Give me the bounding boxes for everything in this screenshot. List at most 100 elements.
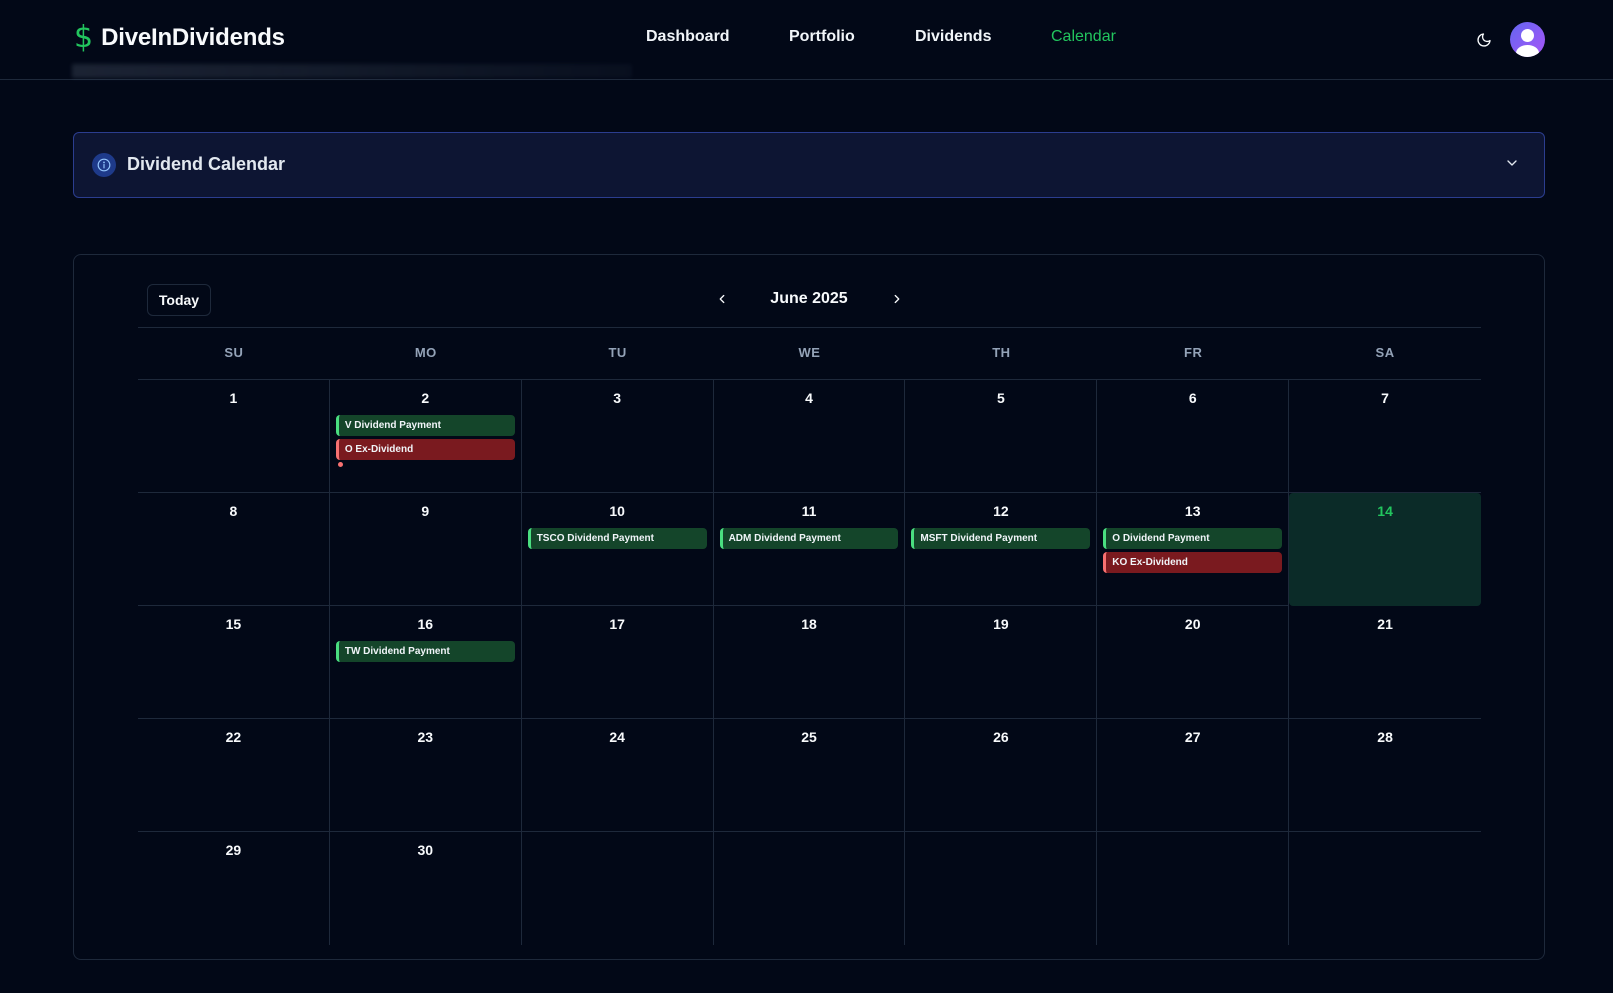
day-cell[interactable]: 21 xyxy=(1289,606,1481,719)
day-cell[interactable]: 29 xyxy=(138,832,330,945)
day-cell[interactable]: 18 xyxy=(713,606,906,719)
day-cell[interactable]: 9 xyxy=(329,493,522,606)
day-number: 26 xyxy=(993,729,1009,745)
accordion-title: Dividend Calendar xyxy=(127,154,286,174)
dividend-calendar-accordion[interactable]: Dividend Calendar xyxy=(73,132,1545,198)
day-number: 14 xyxy=(1377,503,1393,519)
chevron-right-icon xyxy=(894,294,900,304)
day-cell[interactable]: 10 TSCO Dividend Payment xyxy=(521,493,714,606)
day-number xyxy=(905,841,1096,859)
weekday-header: SU MO TU WE TH FR SA xyxy=(138,345,1481,365)
day-number: 29 xyxy=(225,842,242,858)
dividend-payment-event[interactable]: TSCO Dividend Payment xyxy=(527,528,707,549)
day-number xyxy=(1289,841,1481,859)
day-cell[interactable]: 23 xyxy=(329,719,522,832)
next-month-button[interactable] xyxy=(887,289,907,309)
day-number: 13 xyxy=(1184,503,1201,519)
dividend-payment-event[interactable]: ADM Dividend Payment xyxy=(719,528,899,549)
chevron-left-icon xyxy=(719,294,725,304)
brand-logo[interactable]: $ DiveInDividends xyxy=(74,20,285,56)
day-cell[interactable]: 12 MSFT Dividend Payment xyxy=(905,493,1098,606)
today-button[interactable]: Today xyxy=(147,284,211,316)
theme-toggle-button[interactable] xyxy=(1472,28,1496,52)
event-list: MSFT Dividend Payment xyxy=(911,528,1091,549)
event-list: ADM Dividend Payment xyxy=(719,528,899,549)
event-list: TW Dividend Payment xyxy=(335,641,515,662)
day-cell[interactable]: 3 xyxy=(521,380,714,493)
previous-month-button[interactable] xyxy=(712,289,732,309)
day-number: 3 xyxy=(613,390,622,406)
dividend-payment-event[interactable]: TW Dividend Payment xyxy=(335,641,515,662)
day-cell[interactable]: 27 xyxy=(1097,719,1290,832)
day-number: 21 xyxy=(1377,616,1393,632)
nav-calendar[interactable]: Calendar xyxy=(1051,28,1116,46)
day-cell[interactable]: 26 xyxy=(905,719,1098,832)
day-number: 2 xyxy=(421,390,430,406)
day-cell[interactable]: 16 TW Dividend Payment xyxy=(329,606,522,719)
weekday-label: TU xyxy=(608,345,627,360)
day-cell[interactable]: 19 xyxy=(905,606,1098,719)
day-cell[interactable]: 22 xyxy=(138,719,330,832)
day-number: 17 xyxy=(609,616,625,632)
nav-dashboard[interactable]: Dashboard xyxy=(646,28,730,46)
day-cell[interactable]: 15 xyxy=(138,606,330,719)
dollar-icon: $ xyxy=(74,20,94,55)
nav-dividends[interactable]: Dividends xyxy=(915,28,991,46)
more-events-dot[interactable] xyxy=(337,462,343,467)
day-cell[interactable]: 2 V Dividend Payment O Ex-Dividend xyxy=(329,380,522,493)
blurred-background-text xyxy=(72,64,632,78)
user-avatar-icon xyxy=(1516,29,1539,57)
chevron-down-icon[interactable] xyxy=(1504,155,1524,175)
ex-dividend-event[interactable]: O Ex-Dividend xyxy=(335,439,515,460)
weekday-label: WE xyxy=(798,345,821,360)
day-number: 12 xyxy=(993,503,1009,519)
day-number: 22 xyxy=(225,729,242,745)
day-number: 10 xyxy=(609,503,625,519)
empty-day-cell xyxy=(1289,832,1481,945)
day-number xyxy=(714,841,905,859)
empty-day-cell xyxy=(522,832,714,945)
event-list: TSCO Dividend Payment xyxy=(527,528,707,549)
calendar-card: Today June 2025 SU MO TU WE TH FR SA 12V… xyxy=(73,254,1545,960)
day-number xyxy=(522,841,713,859)
dividend-payment-event[interactable]: MSFT Dividend Payment xyxy=(911,528,1091,549)
empty-day-cell xyxy=(905,832,1098,945)
day-cell[interactable]: 20 xyxy=(1097,606,1290,719)
day-number: 28 xyxy=(1377,729,1393,745)
day-cell[interactable]: 11 ADM Dividend Payment xyxy=(713,493,906,606)
event-list: O Dividend Payment KO Ex-Dividend xyxy=(1103,528,1283,573)
day-number: 5 xyxy=(996,390,1005,406)
day-cell[interactable]: 28 xyxy=(1289,719,1481,832)
day-cell[interactable]: 17 xyxy=(521,606,714,719)
day-cell[interactable]: 4 xyxy=(713,380,906,493)
day-cell[interactable]: 13 O Dividend Payment KO Ex-Dividend xyxy=(1097,493,1290,606)
empty-day-cell xyxy=(714,832,906,945)
day-number: 8 xyxy=(229,503,238,519)
empty-day-cell xyxy=(1097,832,1290,945)
nav-portfolio[interactable]: Portfolio xyxy=(789,28,855,46)
event-list: V Dividend Payment O Ex-Dividend xyxy=(335,415,515,460)
day-cell[interactable]: 5 xyxy=(905,380,1098,493)
brand-name: DiveInDividends xyxy=(101,24,285,51)
user-avatar-button[interactable] xyxy=(1510,22,1545,57)
ex-dividend-event[interactable]: KO Ex-Dividend xyxy=(1103,552,1283,573)
day-number: 15 xyxy=(225,616,242,632)
day-number: 25 xyxy=(801,729,817,745)
day-cell[interactable]: 7 xyxy=(1289,380,1481,493)
weekday-label: TH xyxy=(992,345,1011,360)
day-number: 18 xyxy=(801,616,817,632)
day-cell[interactable]: 30 xyxy=(330,832,522,945)
calendar-grid: 12V Dividend Payment O Ex-Dividend 3 4 5 6 7 8 9… xyxy=(138,379,1481,945)
day-number: 9 xyxy=(421,503,430,519)
day-cell[interactable]: 6 xyxy=(1097,380,1290,493)
day-cell[interactable]: 8 xyxy=(138,493,330,606)
dividend-payment-event[interactable]: V Dividend Payment xyxy=(335,415,515,436)
day-number: 23 xyxy=(417,729,434,745)
dividend-payment-event[interactable]: O Dividend Payment xyxy=(1103,528,1283,549)
day-cell[interactable]: 24 xyxy=(521,719,714,832)
day-cell[interactable]: 25 xyxy=(713,719,906,832)
day-number: 27 xyxy=(1184,729,1201,745)
day-number: 6 xyxy=(1188,390,1197,406)
day-cell[interactable]: 1 xyxy=(138,380,330,493)
day-cell[interactable]: 14 xyxy=(1289,493,1481,606)
